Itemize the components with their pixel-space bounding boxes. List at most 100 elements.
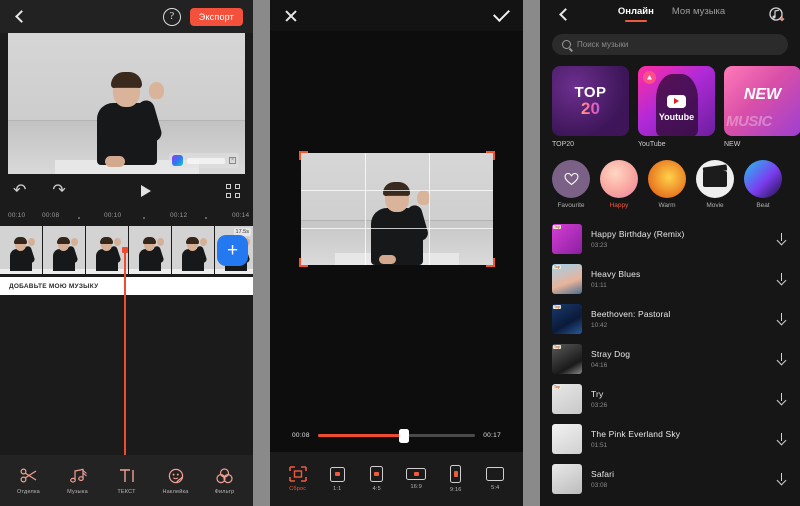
music-download-icon[interactable] bbox=[769, 6, 786, 23]
add-music-bar[interactable]: ДОБАВЬТЕ МОЮ МУЗЫКУ bbox=[0, 277, 253, 295]
clapperboard-icon bbox=[703, 171, 727, 187]
crop-handle-bottom-left[interactable] bbox=[299, 258, 308, 267]
clip-thumbnail[interactable] bbox=[0, 226, 43, 274]
crop-panel: 00:08 00:17 Сброс 1:1 4:5 bbox=[270, 0, 523, 506]
tab-my-music[interactable]: Моя музыка bbox=[672, 6, 725, 22]
ruler-tick: 00:10 bbox=[8, 212, 25, 219]
sticker-smiley-icon bbox=[168, 467, 184, 485]
youtube-play-icon bbox=[667, 95, 686, 108]
watermark-close-icon[interactable]: × bbox=[229, 157, 236, 164]
list-item[interactable]: Top Beethoven: Pastoral 10:42 bbox=[552, 299, 788, 339]
mood-art bbox=[600, 160, 638, 198]
crop-gridline bbox=[365, 153, 366, 265]
mood-favourite[interactable]: Favourite bbox=[552, 160, 590, 209]
list-item[interactable]: Safari 03:08 bbox=[552, 459, 788, 499]
scissors-icon bbox=[20, 467, 37, 485]
ratio-9-16[interactable]: 9:16 bbox=[439, 465, 473, 493]
close-x-icon[interactable] bbox=[284, 9, 298, 23]
undo-icon[interactable]: ↶ bbox=[13, 183, 26, 199]
card-youtube[interactable]: Youtube YouTube bbox=[638, 66, 715, 148]
ratio-label: 16:9 bbox=[410, 484, 422, 490]
fullscreen-icon[interactable] bbox=[226, 184, 240, 198]
search-bar[interactable]: Поиск музыки bbox=[552, 34, 788, 55]
crop-handle-top-right[interactable] bbox=[486, 151, 495, 160]
tool-label: Наклейка bbox=[162, 489, 188, 495]
watermark-text bbox=[187, 158, 225, 164]
back-icon[interactable] bbox=[554, 4, 574, 24]
redo-icon[interactable]: ↷ bbox=[52, 183, 65, 199]
track-duration: 10:42 bbox=[591, 322, 766, 329]
play-icon[interactable] bbox=[141, 185, 151, 197]
filter-circles-icon bbox=[216, 467, 233, 485]
mood-movie[interactable]: Movie bbox=[696, 160, 734, 209]
card-art-line1: TOP bbox=[574, 85, 606, 100]
mood-label: Movie bbox=[706, 202, 723, 209]
add-clip-button[interactable]: + bbox=[217, 235, 248, 266]
card-art: Youtube bbox=[638, 66, 715, 136]
list-item[interactable]: The Pink Everland Sky 01:51 bbox=[552, 419, 788, 459]
ratio-reset[interactable]: Сброс bbox=[281, 466, 315, 492]
crop-video bbox=[301, 153, 493, 265]
ratio-1-1[interactable]: 1:1 bbox=[320, 467, 354, 492]
tool-music[interactable]: Музыка bbox=[56, 467, 100, 495]
trim-fill bbox=[318, 434, 405, 437]
download-icon[interactable] bbox=[775, 273, 788, 286]
mood-art bbox=[744, 160, 782, 198]
editor-topbar: ? Экспорт bbox=[0, 0, 253, 33]
card-new[interactable]: NEW MUSIC NEW bbox=[724, 66, 800, 148]
mood-warm[interactable]: Warm bbox=[648, 160, 686, 209]
editor-app: ? Экспорт × ↶ ↷ bbox=[0, 0, 800, 506]
download-icon[interactable] bbox=[775, 233, 788, 246]
crop-gridline bbox=[301, 190, 493, 191]
clip-thumbnail[interactable] bbox=[43, 226, 86, 274]
list-item[interactable]: Top Happy Birthday (Remix) 03:23 bbox=[552, 219, 788, 259]
download-icon[interactable] bbox=[775, 433, 788, 446]
ratio-5-4[interactable]: 5:4 bbox=[478, 467, 512, 491]
download-icon[interactable] bbox=[775, 393, 788, 406]
track-duration: 03:26 bbox=[591, 402, 766, 409]
back-icon[interactable] bbox=[10, 7, 30, 27]
search-icon bbox=[562, 40, 571, 49]
trim-track[interactable] bbox=[318, 434, 475, 437]
clip-thumbnail[interactable] bbox=[129, 226, 172, 274]
timeline-ruler[interactable]: 00:10 00:08 00:10 00:12 00:14 bbox=[0, 207, 253, 226]
trim-handle[interactable] bbox=[399, 429, 409, 443]
music-tabs: Онлайн Моя музыка bbox=[584, 6, 759, 22]
list-item[interactable]: Top Try 03:26 bbox=[552, 379, 788, 419]
card-top20[interactable]: TOP 20 TOP20 bbox=[552, 66, 629, 148]
clip-thumbnail[interactable] bbox=[172, 226, 215, 274]
tab-online[interactable]: Онлайн bbox=[618, 6, 654, 22]
download-icon[interactable] bbox=[775, 313, 788, 326]
mood-happy[interactable]: Happy bbox=[600, 160, 638, 209]
video-preview[interactable]: × bbox=[8, 33, 245, 174]
list-item[interactable]: Top Stray Dog 04:16 bbox=[552, 339, 788, 379]
mood-label: Beat bbox=[756, 202, 769, 209]
tool-sticker[interactable]: Наклейка bbox=[154, 467, 198, 495]
help-circle-icon[interactable]: ? bbox=[163, 8, 181, 26]
download-icon[interactable] bbox=[775, 473, 788, 486]
crop-handle-bottom-right[interactable] bbox=[486, 258, 495, 267]
ratio-16-9[interactable]: 16:9 bbox=[399, 468, 433, 490]
trim-slider[interactable]: 00:08 00:17 bbox=[270, 418, 523, 452]
track-title: Stray Dog bbox=[591, 349, 766, 359]
ratio-4-5[interactable]: 4:5 bbox=[360, 466, 394, 492]
check-icon[interactable] bbox=[493, 5, 510, 22]
tool-trim[interactable]: Отделка bbox=[7, 467, 51, 495]
ratio-toolbar: Сброс 1:1 4:5 16:9 9:16 5:4 bbox=[270, 452, 523, 506]
search-input[interactable]: Поиск музыки bbox=[577, 40, 628, 49]
mood-beat[interactable]: Beat bbox=[744, 160, 782, 209]
ratio-label: 9:16 bbox=[450, 487, 462, 493]
crop-frame[interactable] bbox=[301, 153, 493, 265]
tool-text[interactable]: ТЕКСТ bbox=[105, 467, 149, 495]
tool-filter[interactable]: Фильтр bbox=[203, 467, 247, 495]
card-label: TOP20 bbox=[552, 141, 629, 148]
ruler-tick: 00:10 bbox=[104, 212, 121, 219]
track-artwork bbox=[552, 424, 582, 454]
export-button[interactable]: Экспорт bbox=[190, 8, 243, 26]
list-item[interactable]: Top Heavy Blues 01:11 bbox=[552, 259, 788, 299]
mood-list: Favourite Happy Warm Movie Beat bbox=[540, 148, 800, 209]
tool-label: ТЕКСТ bbox=[117, 489, 135, 495]
download-icon[interactable] bbox=[775, 353, 788, 366]
crop-handle-top-left[interactable] bbox=[299, 151, 308, 160]
track-info: Happy Birthday (Remix) 03:23 bbox=[591, 229, 766, 249]
